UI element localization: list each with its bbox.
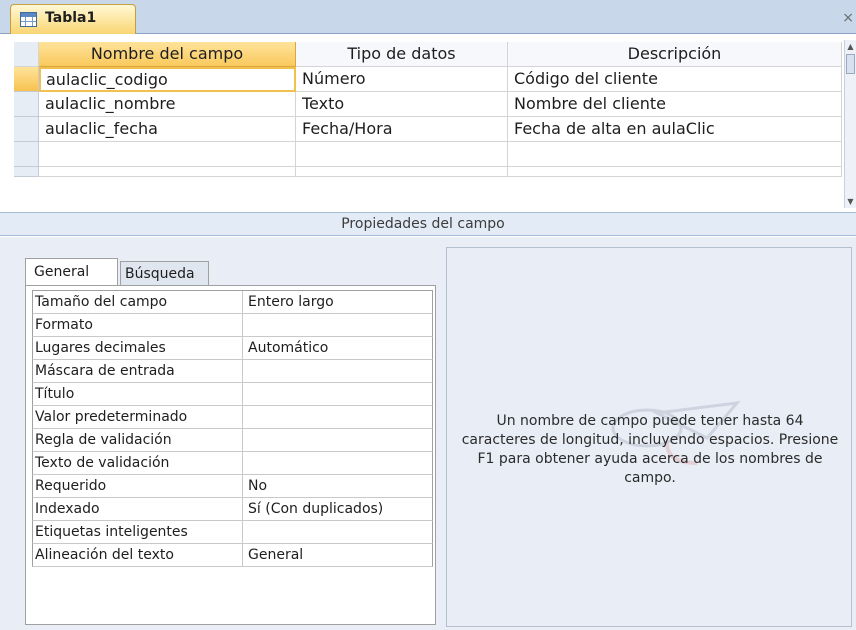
property-value[interactable] [244, 314, 432, 336]
property-value[interactable] [244, 406, 432, 428]
row-selector[interactable] [14, 67, 39, 92]
properties-table: Tamaño del campo Entero largo Formato Lu… [32, 290, 433, 567]
grid-vertical-scrollbar[interactable]: ▲ ▼ [844, 40, 856, 208]
data-type-cell[interactable]: Fecha/Hora [296, 117, 508, 142]
description-cell[interactable]: Fecha de alta en aulaClic [508, 117, 842, 142]
description-cell[interactable] [508, 142, 842, 167]
property-name: Regla de validación [33, 429, 243, 451]
scroll-up-icon[interactable]: ▲ [846, 42, 855, 51]
column-header-field-name[interactable]: Nombre del campo [39, 42, 296, 67]
property-row[interactable]: Tamaño del campo Entero largo [32, 291, 433, 314]
field-name-cell[interactable]: aulaclic_nombre [39, 92, 296, 117]
property-name: Texto de validación [33, 452, 243, 474]
property-name: Lugares decimales [33, 337, 243, 359]
field-design-grid: Nombre del campo Tipo de datos Descripci… [0, 34, 846, 212]
property-value[interactable] [244, 452, 432, 474]
property-row[interactable]: Lugares decimales Automático [32, 337, 433, 360]
property-row[interactable]: Etiquetas inteligentes [32, 521, 433, 544]
property-name: Título [33, 383, 243, 405]
property-value[interactable]: No [244, 475, 432, 497]
property-value[interactable]: Sí (Con duplicados) [244, 498, 432, 520]
property-name: Requerido [33, 475, 243, 497]
property-name: Alineación del texto [33, 544, 243, 566]
property-value[interactable]: Automático [244, 337, 432, 359]
row-selector[interactable] [14, 167, 39, 177]
tab-general[interactable]: General [25, 258, 118, 286]
tab-title: Tabla1 [45, 10, 97, 26]
property-row[interactable]: Texto de validación [32, 452, 433, 475]
data-type-cell[interactable]: Número [296, 67, 508, 92]
property-name: Máscara de entrada [33, 360, 243, 382]
column-header-data-type[interactable]: Tipo de datos [296, 42, 508, 67]
property-value[interactable] [244, 429, 432, 451]
description-cell[interactable] [508, 167, 842, 177]
document-tab-strip: Tabla1 × [0, 0, 856, 35]
property-name: Valor predeterminado [33, 406, 243, 428]
row-selector[interactable] [14, 117, 39, 142]
tab-busqueda[interactable]: Búsqueda [120, 261, 209, 286]
field-properties-pane: General Búsqueda Tamaño del campo Entero… [0, 237, 856, 630]
select-all-corner[interactable] [14, 42, 39, 67]
field-name-cell[interactable]: aulaclic_fecha [39, 117, 296, 142]
property-name: Tamaño del campo [33, 291, 243, 313]
property-row[interactable]: Regla de validación [32, 429, 433, 452]
property-value[interactable]: General [244, 544, 432, 566]
scroll-down-icon[interactable]: ▼ [846, 197, 855, 206]
tab-tabla1[interactable]: Tabla1 [10, 4, 136, 35]
field-name-cell[interactable]: aulaclic_codigo [39, 67, 296, 92]
close-icon[interactable]: × [842, 10, 854, 26]
general-properties-panel: Tamaño del campo Entero largo Formato Lu… [25, 285, 436, 625]
property-value[interactable] [244, 383, 432, 405]
property-row[interactable]: Formato [32, 314, 433, 337]
data-type-cell[interactable]: Texto [296, 92, 508, 117]
property-name: Indexado [33, 498, 243, 520]
property-row[interactable]: Indexado Sí (Con duplicados) [32, 498, 433, 521]
field-properties-label: Propiedades del campo [341, 216, 505, 232]
property-name: Etiquetas inteligentes [33, 521, 243, 543]
description-cell[interactable]: Nombre del cliente [508, 92, 842, 117]
property-value[interactable]: Entero largo [244, 291, 432, 313]
data-type-cell[interactable] [296, 167, 508, 177]
description-cell[interactable]: Código del cliente [508, 67, 842, 92]
field-name-help-text: Un nombre de campo puede tener hasta 64 … [461, 413, 839, 486]
field-name-cell[interactable] [39, 142, 296, 167]
table-icon [20, 12, 37, 27]
scrollbar-thumb[interactable] [846, 54, 855, 74]
property-row[interactable]: Valor predeterminado [32, 406, 433, 429]
field-properties-band: Propiedades del campo [0, 212, 856, 236]
property-row[interactable]: Alineación del texto General [32, 544, 433, 567]
help-panel: Un nombre de campo puede tener hasta 64 … [446, 247, 852, 627]
row-selector[interactable] [14, 142, 39, 167]
property-row[interactable]: Máscara de entrada [32, 360, 433, 383]
property-value[interactable] [244, 360, 432, 382]
field-name-cell[interactable] [39, 167, 296, 177]
property-row[interactable]: Requerido No [32, 475, 433, 498]
data-type-cell[interactable] [296, 142, 508, 167]
property-value[interactable] [244, 521, 432, 543]
property-name: Formato [33, 314, 243, 336]
row-selector[interactable] [14, 92, 39, 117]
column-header-description[interactable]: Descripción [508, 42, 842, 67]
property-row[interactable]: Título [32, 383, 433, 406]
